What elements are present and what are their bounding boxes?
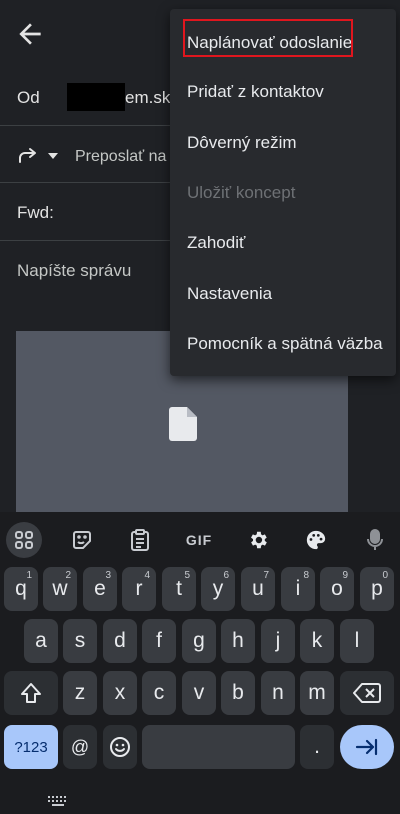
settings-icon[interactable] [240,522,276,558]
tab-next-icon [355,738,378,756]
key-hint: 2 [65,570,71,581]
key-a[interactable]: a [24,619,58,663]
overflow-menu: Naplánovať odoslanie Pridať z kontaktov … [170,9,396,376]
symbols-key[interactable]: ?123 [4,725,58,769]
menu-item-discard[interactable]: Zahodiť [170,218,396,268]
key-label: r [135,577,143,600]
key-label: e [94,577,106,600]
key-p[interactable]: p0 [360,567,394,611]
key-b[interactable]: b [221,671,255,715]
key-hint: 1 [26,570,32,581]
backspace-key[interactable] [340,671,394,715]
key-d[interactable]: d [103,619,137,663]
enter-key[interactable] [340,725,394,769]
subject-field[interactable]: Fwd: [17,203,54,223]
reply-mode-label[interactable]: Preposlať na [75,148,166,166]
key-i[interactable]: i8 [281,567,315,611]
message-body-input[interactable]: Napíšte správu [17,261,131,281]
key-w[interactable]: w2 [43,567,77,611]
from-email-value[interactable]: em.sk [125,88,170,108]
key-e[interactable]: e3 [83,567,117,611]
menu-item-save-draft: Uložiť koncept [187,183,296,202]
gif-icon[interactable]: GIF [181,522,217,558]
key-label: u [252,577,264,600]
space-bar[interactable] [142,725,295,769]
key-z[interactable]: z [63,671,97,715]
key-k[interactable]: k [300,619,334,663]
key-r[interactable]: r4 [122,567,156,611]
clipboard-icon[interactable] [122,522,158,558]
shift-icon [21,683,41,703]
key-label: q [15,577,27,600]
key-hint: 7 [263,570,269,581]
menu-item-add-from-contacts[interactable]: Pridať z kontaktov [170,67,396,117]
key-v[interactable]: v [182,671,216,715]
key-label: y [212,577,224,600]
key-f[interactable]: f [142,619,176,663]
key-label: o [331,577,343,600]
key-hint: 9 [342,570,348,581]
keyboard: GIF q1 w2 e3 r4 t5 y6 u7 i8 o9 p0 a s d … [0,512,400,814]
key-hint: 5 [184,570,190,581]
back-arrow-icon[interactable] [14,18,46,50]
highlight-box [183,19,353,57]
key-m[interactable]: m [300,671,334,715]
divider [0,182,170,183]
chevron-down-icon[interactable] [46,150,60,162]
emoji-key[interactable] [103,725,137,769]
divider [0,125,170,126]
key-g[interactable]: g [182,619,216,663]
menu-item-confidential-mode[interactable]: Dôverný režim [170,118,396,168]
key-h[interactable]: h [221,619,255,663]
shift-key[interactable] [4,671,58,715]
palette-icon[interactable] [298,522,334,558]
key-hint: 4 [144,570,150,581]
file-icon [169,407,197,441]
key-o[interactable]: o9 [320,567,354,611]
menu-item-help-feedback[interactable]: Pomocník a spätná väzba [170,319,396,369]
redacted-email [67,83,125,111]
key-y[interactable]: y6 [201,567,235,611]
key-t[interactable]: t5 [162,567,196,611]
key-hint: 3 [105,570,111,581]
key-label: t [176,577,182,600]
key-label: p [371,577,383,600]
period-key[interactable]: . [300,725,334,769]
divider [0,240,170,241]
key-label: i [295,577,301,600]
key-hint: 0 [382,570,388,581]
forward-icon[interactable] [16,144,40,168]
key-x[interactable]: x [103,671,137,715]
emoji-icon [110,737,130,757]
menu-item-settings[interactable]: Nastavenia [170,269,396,319]
key-n[interactable]: n [261,671,295,715]
apps-grid-icon[interactable] [6,522,42,558]
key-q[interactable]: q1 [4,567,38,611]
key-c[interactable]: c [142,671,176,715]
key-hint: 8 [303,570,309,581]
key-j[interactable]: j [261,619,295,663]
key-s[interactable]: s [63,619,97,663]
microphone-icon[interactable] [357,522,393,558]
key-hint: 6 [223,570,229,581]
at-key[interactable]: @ [63,725,97,769]
sticker-icon[interactable] [64,522,100,558]
key-l[interactable]: l [340,619,374,663]
keyboard-switch-icon[interactable] [46,795,70,809]
backspace-icon [353,683,381,703]
key-u[interactable]: u7 [241,567,275,611]
from-label: Od [17,88,40,107]
